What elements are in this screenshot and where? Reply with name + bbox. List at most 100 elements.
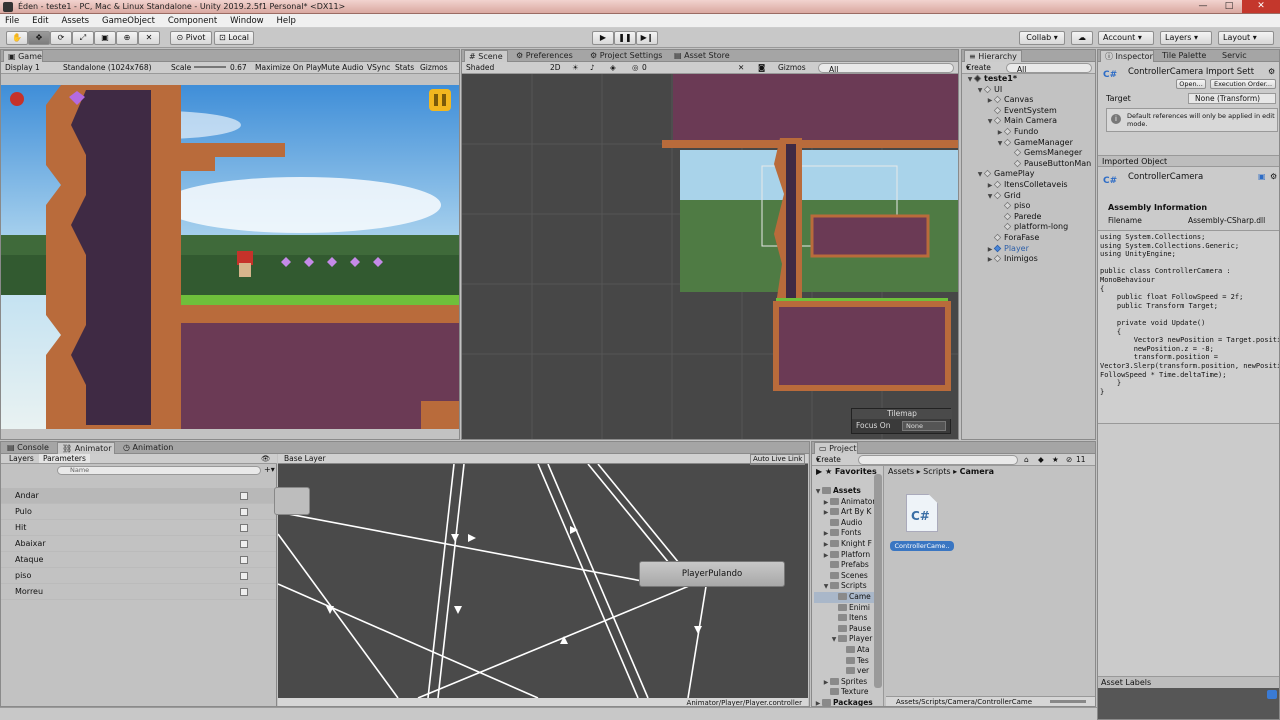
hierarchy-item[interactable]: ▼ GamePlay (962, 169, 1095, 180)
hidden-objects-icon[interactable]: ◎ (632, 62, 639, 73)
parameter-search-input[interactable]: Name (57, 466, 261, 475)
play-button[interactable]: ▶ (592, 31, 614, 45)
parameter-bool-checkbox[interactable] (240, 508, 248, 516)
project-folder-item[interactable]: Came (814, 591, 876, 603)
layout-dropdown[interactable]: Layout ▾ (1218, 31, 1274, 45)
hierarchy-item[interactable]: ▶ Canvas (962, 95, 1095, 106)
hierarchy-item[interactable]: ▶ Inimigos (962, 254, 1095, 265)
expand-right-icon[interactable]: ▶ (822, 540, 830, 551)
base-layer-breadcrumb[interactable]: Base Layer (284, 454, 326, 463)
hierarchy-item[interactable]: ▼ UI (962, 85, 1095, 96)
maximize-button[interactable]: □ (1216, 0, 1242, 13)
effects-icon[interactable]: ◈ (610, 62, 616, 73)
scale-tool-icon[interactable]: ⤢ (72, 31, 94, 45)
hierarchy-item[interactable]: ForaFase (962, 233, 1095, 244)
move-tool-icon[interactable]: ✥ (28, 31, 50, 45)
eye-icon[interactable]: 👁 (261, 454, 271, 463)
expand-down-icon[interactable]: ▼ (830, 635, 838, 646)
inspector-settings-icon[interactable]: ⚙ (1268, 67, 1275, 76)
tab-tile-palette[interactable]: Tile Palette (1158, 50, 1210, 62)
scene-search-input[interactable]: All (818, 63, 954, 74)
expand-down-icon[interactable]: ▼ (814, 487, 822, 498)
project-folder-item[interactable]: ▶ Animator (814, 497, 876, 508)
open-button[interactable]: Open... (1176, 79, 1206, 89)
cloud-icon[interactable]: ☁ (1071, 31, 1093, 45)
menu-gameobject[interactable]: GameObject (97, 14, 160, 28)
resolution-dropdown[interactable]: Standalone (1024x768) (63, 62, 152, 73)
add-parameter-button[interactable]: +▾ (264, 465, 275, 474)
parameter-row[interactable]: Abaixar (1, 536, 276, 552)
project-folder-item[interactable]: Pause (814, 624, 875, 635)
project-tree-scrollbar[interactable] (874, 474, 882, 688)
parameter-row[interactable]: Andar (1, 488, 276, 504)
project-folder-item[interactable]: ▼ Scripts (814, 581, 875, 592)
icon-size-slider[interactable] (1050, 700, 1086, 703)
tools-icon[interactable]: ✕ (738, 62, 744, 73)
project-folder-item[interactable]: ▶ Sprites (814, 677, 875, 688)
mute-audio-toggle[interactable]: Mute Audio (321, 62, 363, 73)
breadcrumb-camera[interactable]: Camera (960, 467, 994, 476)
tab-project[interactable]: ▭ Project (814, 442, 858, 454)
hierarchy-search-input[interactable]: All (1006, 63, 1092, 74)
game-canvas[interactable] (1, 85, 459, 429)
hierarchy-item[interactable]: GemsManeger (962, 148, 1095, 159)
project-folder-item[interactable]: Texture (814, 687, 875, 698)
audio-icon[interactable]: ♪ (590, 62, 595, 73)
hierarchy-item[interactable]: PauseButtonMan (962, 159, 1095, 170)
parameter-row[interactable]: Ataque (1, 552, 276, 568)
scale-slider[interactable] (194, 66, 226, 68)
asset-name-label[interactable]: ControllerCame.. (890, 541, 954, 551)
tab-preferences[interactable]: ⚙ Preferences (512, 50, 577, 62)
state-node-partial[interactable] (274, 487, 310, 515)
hierarchy-item[interactable]: ▼ teste1* (962, 74, 1095, 85)
parameter-row[interactable]: piso (1, 568, 276, 584)
project-folder-item[interactable]: ▶ Platforn (814, 550, 875, 561)
project-folder-item[interactable]: Enimi (814, 603, 875, 614)
favorite-star-icon[interactable]: ★ (1052, 454, 1059, 465)
pause-button[interactable]: ❚❚ (614, 31, 636, 45)
hierarchy-item[interactable]: ▼ Grid (962, 191, 1095, 202)
parameter-bool-checkbox[interactable] (240, 492, 248, 500)
hierarchy-item[interactable]: ▼ GameManager (962, 138, 1095, 149)
project-folder-item[interactable]: Ata (814, 645, 875, 656)
stats-toggle[interactable]: Stats (395, 62, 414, 73)
parameter-bool-checkbox[interactable] (240, 540, 248, 548)
hierarchy-item[interactable]: ▶ Fundo (962, 127, 1095, 138)
component-settings-icon[interactable]: ⚙ (1270, 172, 1277, 181)
scene-gizmos-dropdown[interactable]: Gizmos (778, 62, 806, 73)
minimize-button[interactable]: — (1190, 0, 1216, 13)
step-button[interactable]: ▶❙ (636, 31, 658, 45)
tab-console[interactable]: ▤ Console (3, 442, 53, 454)
transform-tool-icon[interactable]: ⊕ (116, 31, 138, 45)
breadcrumb-scripts[interactable]: Scripts (923, 467, 950, 476)
tab-animator[interactable]: ⛓ Animator (57, 442, 115, 454)
csharp-script-file-icon[interactable]: C# (906, 494, 938, 532)
hierarchy-item[interactable]: Parede (962, 212, 1095, 223)
vsync-toggle[interactable]: VSync (367, 62, 390, 73)
light-icon[interactable]: ☀ (572, 62, 579, 73)
project-folder-item[interactable]: ▶ Fonts (814, 528, 875, 539)
tab-layers[interactable]: Layers (3, 454, 40, 463)
parameter-row[interactable]: Morreu (1, 584, 276, 600)
parameter-bool-checkbox[interactable] (240, 556, 248, 564)
account-dropdown[interactable]: Account ▾ (1098, 31, 1154, 45)
2d-toggle[interactable]: 2D (550, 62, 561, 73)
tab-hierarchy[interactable]: ≡ Hierarchy (964, 50, 1022, 62)
menu-component[interactable]: Component (163, 14, 222, 28)
hierarchy-item[interactable]: piso (962, 201, 1095, 212)
gizmos-toggle[interactable]: Gizmos (420, 62, 448, 73)
tab-services[interactable]: Servic (1218, 50, 1251, 62)
hierarchy-item[interactable]: platform-long (962, 222, 1095, 233)
scene-canvas[interactable] (462, 74, 958, 440)
local-toggle[interactable]: ⊡ Local (214, 31, 254, 45)
tab-game[interactable]: ▣ Game (3, 50, 43, 62)
project-folder-item[interactable]: ver (814, 666, 875, 677)
animator-graph[interactable]: Base Layer Auto Live Link PlayerPulando … (274, 454, 808, 706)
target-field[interactable]: None (Transform) (1188, 93, 1276, 104)
hierarchy-item[interactable]: ▶ ItensColletaveis (962, 180, 1095, 191)
project-create-dropdown[interactable]: Create ▾ (816, 454, 841, 465)
tab-inspector[interactable]: ⓘ Inspector (1100, 50, 1154, 62)
expand-down-icon[interactable]: ▼ (822, 582, 830, 593)
rect-tool-icon[interactable]: ▣ (94, 31, 116, 45)
hierarchy-item[interactable]: EventSystem (962, 106, 1095, 117)
